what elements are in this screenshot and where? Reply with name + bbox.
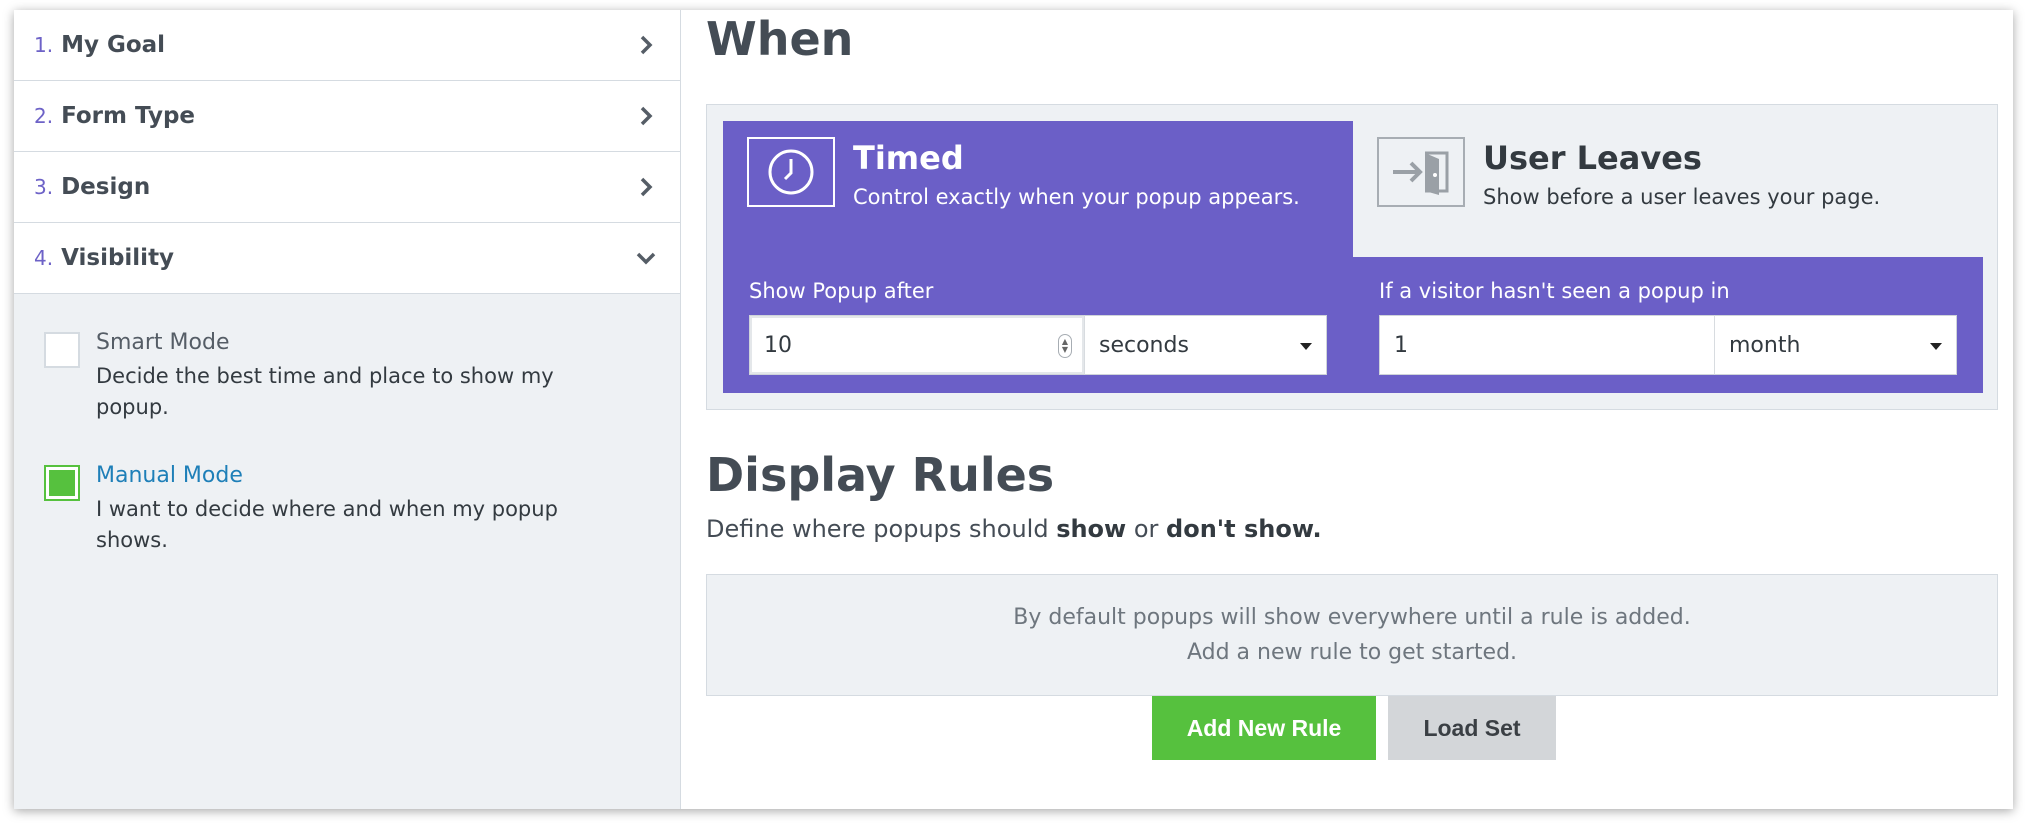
number-spinner-icon[interactable]: ▲ ▼ — [1058, 334, 1072, 358]
display-rules-heading: Display Rules — [706, 448, 1055, 502]
step-number: 1. — [34, 33, 54, 57]
step-form-type[interactable]: 2. Form Type — [14, 81, 680, 152]
load-set-button[interactable]: Load Set — [1388, 696, 1556, 760]
not-seen-setting: If a visitor hasn't seen a popup in 1 mo… — [1379, 279, 1957, 375]
timed-settings: Show Popup after 10 ▲ ▼ seconds If a visi… — [723, 257, 1983, 393]
tab-timed[interactable]: Timed Control exactly when your popup ap… — [723, 121, 1353, 257]
dropdown-caret-icon — [1930, 343, 1942, 350]
main-content: When Timed Control exactly when your pop… — [680, 10, 2013, 809]
when-panel: Timed Control exactly when your popup ap… — [706, 104, 1998, 410]
step-title: Design — [61, 174, 151, 200]
not-seen-unit-select[interactable]: month — [1715, 315, 1957, 375]
mode-description: Decide the best time and place to show m… — [96, 364, 554, 419]
show-after-input[interactable]: 10 ▲ ▼ — [749, 315, 1085, 375]
step-number: 4. — [34, 246, 54, 270]
dropdown-caret-icon — [1300, 343, 1312, 350]
mode-description: I want to decide where and when my popup… — [96, 497, 558, 552]
manual-mode-checkbox[interactable] — [44, 465, 80, 501]
mode-title: Manual Mode — [96, 463, 243, 488]
step-number: 3. — [34, 175, 54, 199]
chevron-right-icon — [634, 33, 658, 57]
chevron-right-icon — [634, 175, 658, 199]
tab-title: User Leaves — [1483, 139, 1702, 177]
clock-icon — [747, 137, 835, 207]
step-visibility[interactable]: 4. Visibility — [14, 223, 680, 294]
step-title: Form Type — [61, 103, 196, 129]
empty-state-line-2: Add a new rule to get started. — [1186, 640, 1518, 665]
subtitle-prefix: Define where popups should — [706, 515, 1057, 543]
app-window: 1. My Goal 2. Form Type 3. Design 4. Vis… — [14, 10, 2013, 809]
chevron-right-icon — [634, 104, 658, 128]
selected-unit: month — [1729, 332, 1801, 358]
step-my-goal[interactable]: 1. My Goal — [14, 10, 680, 81]
tab-description: Control exactly when your popup appears. — [853, 185, 1300, 209]
mode-options: Smart Mode Decide the best time and plac… — [14, 294, 680, 632]
not-seen-input[interactable]: 1 — [1379, 315, 1715, 375]
exit-door-icon — [1377, 137, 1465, 207]
tab-description: Show before a user leaves your page. — [1483, 185, 1881, 209]
tab-title: Timed — [853, 139, 964, 177]
step-title: My Goal — [61, 32, 166, 58]
check-fill — [49, 470, 75, 496]
not-seen-label: If a visitor hasn't seen a popup in — [1379, 279, 1730, 303]
step-number: 2. — [34, 104, 54, 128]
empty-state-line-1: By default popups will show everywhere u… — [1013, 605, 1691, 630]
subtitle-or: or — [1126, 515, 1167, 543]
show-after-setting: Show Popup after 10 ▲ ▼ seconds — [749, 279, 1327, 375]
show-after-value: 10 — [764, 332, 792, 358]
sidebar: 1. My Goal 2. Form Type 3. Design 4. Vis… — [14, 10, 681, 809]
mode-title: Smart Mode — [96, 330, 230, 355]
chevron-down-icon — [634, 246, 658, 270]
show-after-label: Show Popup after — [749, 279, 934, 303]
display-rules-subtitle: Define where popups should show or don't… — [706, 515, 1322, 543]
rules-empty-state: By default popups will show everywhere u… — [706, 574, 1998, 696]
tab-user-leaves[interactable]: User Leaves Show before a user leaves yo… — [1353, 121, 1983, 257]
add-new-rule-button[interactable]: Add New Rule — [1152, 696, 1376, 760]
subtitle-show: show — [1056, 515, 1127, 543]
smart-mode-checkbox[interactable] — [44, 332, 80, 368]
step-design[interactable]: 3. Design — [14, 152, 680, 223]
step-title: Visibility — [61, 245, 175, 271]
when-heading: When — [706, 12, 854, 66]
manual-mode-option[interactable]: Manual Mode I want to decide where and w… — [44, 463, 650, 556]
show-after-unit-select[interactable]: seconds — [1085, 315, 1327, 375]
not-seen-value: 1 — [1394, 332, 1408, 358]
smart-mode-option[interactable]: Smart Mode Decide the best time and plac… — [44, 330, 650, 423]
selected-unit: seconds — [1099, 332, 1189, 358]
subtitle-dont-show: don't show. — [1166, 515, 1322, 543]
